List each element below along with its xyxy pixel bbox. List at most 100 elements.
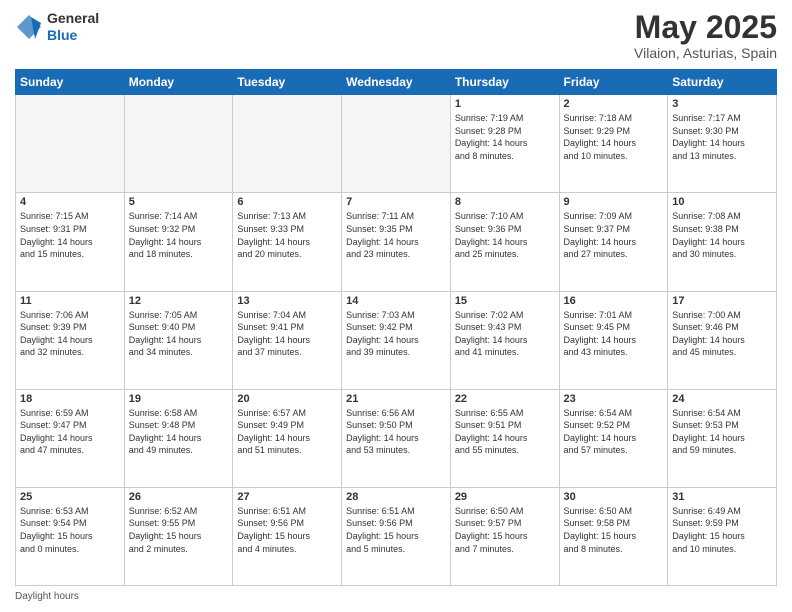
day-number: 12 bbox=[129, 295, 229, 307]
day-info: Sunrise: 6:56 AM Sunset: 9:50 PM Dayligh… bbox=[346, 407, 446, 457]
day-info: Sunrise: 7:02 AM Sunset: 9:43 PM Dayligh… bbox=[455, 309, 555, 359]
day-info: Sunrise: 7:04 AM Sunset: 9:41 PM Dayligh… bbox=[237, 309, 337, 359]
week-row-4: 25Sunrise: 6:53 AM Sunset: 9:54 PM Dayli… bbox=[16, 487, 777, 585]
day-number: 28 bbox=[346, 491, 446, 503]
calendar-cell: 15 Sunrise: 7:02 AM Sunset: 9:43 PM Dayli… bbox=[450, 291, 559, 389]
day-number: 11 bbox=[20, 295, 120, 307]
calendar-table: SundayMondayTuesdayWednesdayThursdayFrid… bbox=[15, 69, 777, 586]
day-info: Sunrise: 7:08 AM Sunset: 9:38 PM Dayligh… bbox=[672, 210, 772, 260]
calendar-header-row: SundayMondayTuesdayWednesdayThursdayFrid… bbox=[16, 70, 777, 95]
calendar-cell: 4Sunrise: 7:15 AM Sunset: 9:31 PM Daylig… bbox=[16, 193, 125, 291]
header-thursday: Thursday bbox=[450, 70, 559, 95]
day-info: Sunrise: 6:51 AM Sunset: 9:56 PM Dayligh… bbox=[346, 505, 446, 555]
day-info: Sunrise: 7:11 AM Sunset: 9:35 PM Dayligh… bbox=[346, 210, 446, 260]
calendar-cell: 21Sunrise: 6:56 AM Sunset: 9:50 PM Dayli… bbox=[342, 389, 451, 487]
day-info: Sunrise: 6:57 AM Sunset: 9:49 PM Dayligh… bbox=[237, 407, 337, 457]
day-number: 29 bbox=[455, 491, 555, 503]
day-info: Sunrise: 6:54 AM Sunset: 9:52 PM Dayligh… bbox=[564, 407, 664, 457]
day-number: 31 bbox=[672, 491, 772, 503]
day-info: Sunrise: 6:50 AM Sunset: 9:57 PM Dayligh… bbox=[455, 505, 555, 555]
day-number: 1 bbox=[455, 98, 555, 110]
calendar-cell bbox=[233, 95, 342, 193]
logo: General Blue bbox=[15, 10, 99, 44]
calendar-cell: 11Sunrise: 7:06 AM Sunset: 9:39 PM Dayli… bbox=[16, 291, 125, 389]
day-info: Sunrise: 7:19 AM Sunset: 9:28 PM Dayligh… bbox=[455, 112, 555, 162]
calendar-cell bbox=[16, 95, 125, 193]
day-info: Sunrise: 6:49 AM Sunset: 9:59 PM Dayligh… bbox=[672, 505, 772, 555]
day-info: Sunrise: 7:13 AM Sunset: 9:33 PM Dayligh… bbox=[237, 210, 337, 260]
day-number: 10 bbox=[672, 196, 772, 208]
day-info: Sunrise: 6:52 AM Sunset: 9:55 PM Dayligh… bbox=[129, 505, 229, 555]
day-number: 26 bbox=[129, 491, 229, 503]
calendar-cell bbox=[124, 95, 233, 193]
daylight-hours-label: Daylight hours bbox=[15, 591, 79, 602]
calendar-cell: 14 Sunrise: 7:03 AM Sunset: 9:42 PM Dayli… bbox=[342, 291, 451, 389]
header-wednesday: Wednesday bbox=[342, 70, 451, 95]
day-number: 8 bbox=[455, 196, 555, 208]
calendar-cell: 23 Sunrise: 6:54 AM Sunset: 9:52 PM Dayli… bbox=[559, 389, 668, 487]
day-info: Sunrise: 7:09 AM Sunset: 9:37 PM Dayligh… bbox=[564, 210, 664, 260]
day-info: Sunrise: 7:05 AM Sunset: 9:40 PM Dayligh… bbox=[129, 309, 229, 359]
calendar-cell: 28 Sunrise: 6:51 AM Sunset: 9:56 PM Dayli… bbox=[342, 487, 451, 585]
calendar-cell: 8 Sunrise: 7:10 AM Sunset: 9:36 PM Daylig… bbox=[450, 193, 559, 291]
day-number: 3 bbox=[672, 98, 772, 110]
day-number: 7 bbox=[346, 196, 446, 208]
week-row-1: 4Sunrise: 7:15 AM Sunset: 9:31 PM Daylig… bbox=[16, 193, 777, 291]
calendar-cell: 16Sunrise: 7:01 AM Sunset: 9:45 PM Dayli… bbox=[559, 291, 668, 389]
calendar-cell bbox=[342, 95, 451, 193]
day-info: Sunrise: 6:54 AM Sunset: 9:53 PM Dayligh… bbox=[672, 407, 772, 457]
calendar-cell: 12 Sunrise: 7:05 AM Sunset: 9:40 PM Dayli… bbox=[124, 291, 233, 389]
calendar-cell: 25Sunrise: 6:53 AM Sunset: 9:54 PM Dayli… bbox=[16, 487, 125, 585]
header-tuesday: Tuesday bbox=[233, 70, 342, 95]
week-row-0: 1 Sunrise: 7:19 AM Sunset: 9:28 PM Daylig… bbox=[16, 95, 777, 193]
calendar-cell: 7 Sunrise: 7:11 AM Sunset: 9:35 PM Daylig… bbox=[342, 193, 451, 291]
day-info: Sunrise: 6:51 AM Sunset: 9:56 PM Dayligh… bbox=[237, 505, 337, 555]
logo-icon bbox=[15, 13, 43, 41]
day-number: 14 bbox=[346, 295, 446, 307]
day-number: 16 bbox=[564, 295, 664, 307]
day-number: 19 bbox=[129, 393, 229, 405]
day-number: 30 bbox=[564, 491, 664, 503]
calendar-cell: 27 Sunrise: 6:51 AM Sunset: 9:56 PM Dayli… bbox=[233, 487, 342, 585]
day-number: 13 bbox=[237, 295, 337, 307]
calendar-cell: 30 Sunrise: 6:50 AM Sunset: 9:58 PM Dayli… bbox=[559, 487, 668, 585]
day-info: Sunrise: 7:03 AM Sunset: 9:42 PM Dayligh… bbox=[346, 309, 446, 359]
day-number: 22 bbox=[455, 393, 555, 405]
day-number: 4 bbox=[20, 196, 120, 208]
calendar-cell: 3 Sunrise: 7:17 AM Sunset: 9:30 PM Daylig… bbox=[668, 95, 777, 193]
calendar-cell: 17 Sunrise: 7:00 AM Sunset: 9:46 PM Dayli… bbox=[668, 291, 777, 389]
calendar-cell: 20 Sunrise: 6:57 AM Sunset: 9:49 PM Dayli… bbox=[233, 389, 342, 487]
day-number: 17 bbox=[672, 295, 772, 307]
day-info: Sunrise: 7:10 AM Sunset: 9:36 PM Dayligh… bbox=[455, 210, 555, 260]
header: General Blue May 2025 Vilaion, Asturias,… bbox=[15, 10, 777, 61]
logo-general: General bbox=[47, 10, 99, 26]
day-info: Sunrise: 7:14 AM Sunset: 9:32 PM Dayligh… bbox=[129, 210, 229, 260]
calendar-cell: 2Sunrise: 7:18 AM Sunset: 9:29 PM Daylig… bbox=[559, 95, 668, 193]
calendar-cell: 18Sunrise: 6:59 AM Sunset: 9:47 PM Dayli… bbox=[16, 389, 125, 487]
logo-text: General Blue bbox=[47, 10, 99, 44]
header-saturday: Saturday bbox=[668, 70, 777, 95]
calendar-cell: 19Sunrise: 6:58 AM Sunset: 9:48 PM Dayli… bbox=[124, 389, 233, 487]
day-info: Sunrise: 7:18 AM Sunset: 9:29 PM Dayligh… bbox=[564, 112, 664, 162]
month-title: May 2025 bbox=[634, 10, 777, 45]
day-number: 5 bbox=[129, 196, 229, 208]
header-sunday: Sunday bbox=[16, 70, 125, 95]
calendar-cell: 31 Sunrise: 6:49 AM Sunset: 9:59 PM Dayli… bbox=[668, 487, 777, 585]
calendar-cell: 6Sunrise: 7:13 AM Sunset: 9:33 PM Daylig… bbox=[233, 193, 342, 291]
calendar-cell: 10 Sunrise: 7:08 AM Sunset: 9:38 PM Dayli… bbox=[668, 193, 777, 291]
page: General Blue May 2025 Vilaion, Asturias,… bbox=[0, 0, 792, 612]
day-info: Sunrise: 7:00 AM Sunset: 9:46 PM Dayligh… bbox=[672, 309, 772, 359]
calendar-cell: 5 Sunrise: 7:14 AM Sunset: 9:32 PM Daylig… bbox=[124, 193, 233, 291]
day-number: 25 bbox=[20, 491, 120, 503]
day-number: 20 bbox=[237, 393, 337, 405]
day-number: 24 bbox=[672, 393, 772, 405]
week-row-3: 18Sunrise: 6:59 AM Sunset: 9:47 PM Dayli… bbox=[16, 389, 777, 487]
day-info: Sunrise: 6:50 AM Sunset: 9:58 PM Dayligh… bbox=[564, 505, 664, 555]
day-number: 23 bbox=[564, 393, 664, 405]
calendar-cell: 22Sunrise: 6:55 AM Sunset: 9:51 PM Dayli… bbox=[450, 389, 559, 487]
header-monday: Monday bbox=[124, 70, 233, 95]
day-number: 27 bbox=[237, 491, 337, 503]
day-info: Sunrise: 7:17 AM Sunset: 9:30 PM Dayligh… bbox=[672, 112, 772, 162]
header-friday: Friday bbox=[559, 70, 668, 95]
day-number: 15 bbox=[455, 295, 555, 307]
